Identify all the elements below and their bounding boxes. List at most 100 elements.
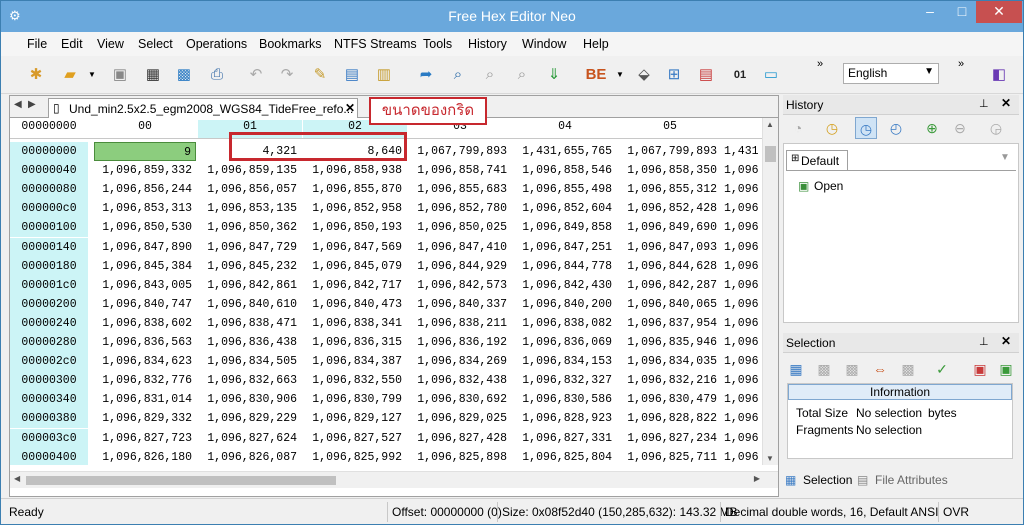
hex-cell[interactable]: 1,096,842,573: [409, 276, 511, 295]
hex-cell[interactable]: 1,096,845,384: [94, 257, 196, 276]
history-add-icon[interactable]: ⊕: [921, 117, 943, 139]
history-clock-icon[interactable]: ◷: [821, 117, 843, 139]
edit-icon[interactable]: ✎: [307, 62, 333, 88]
paste-icon[interactable]: ▤: [339, 62, 365, 88]
hex-cell[interactable]: 1,096,838,211: [409, 314, 511, 333]
hex-cell[interactable]: 1,096,832,216: [619, 371, 721, 390]
hex-cell[interactable]: 1,096,850,530: [94, 218, 196, 237]
hex-cell[interactable]: 1,096,838,471: [199, 314, 301, 333]
hex-cell[interactable]: 1,096,825,711: [619, 448, 721, 465]
vertical-scrollbar[interactable]: ▲ ▼: [762, 118, 778, 465]
close-panel-icon[interactable]: ✕: [1001, 334, 1011, 348]
h-scroll-thumb[interactable]: [26, 476, 336, 485]
hex-cell[interactable]: 1,096,858,741: [409, 161, 511, 180]
hex-cell[interactable]: 1,096: [724, 276, 762, 295]
hex-cell[interactable]: 1,096: [724, 238, 762, 257]
history-view-icon[interactable]: ◷: [855, 117, 877, 139]
hex-cell[interactable]: 1,096,827,723: [94, 429, 196, 448]
hex-cell[interactable]: 1,096,845,079: [304, 257, 406, 276]
hex-cell[interactable]: 1,096,840,610: [199, 295, 301, 314]
history-remove-icon[interactable]: ⊖: [949, 117, 971, 139]
hex-cell[interactable]: 1,096,834,505: [199, 352, 301, 371]
hex-cell[interactable]: 1,096,843,005: [94, 276, 196, 295]
fill-icon[interactable]: ⬙: [631, 62, 657, 88]
selection-expand-icon[interactable]: ⇔: [869, 358, 891, 380]
menu-window[interactable]: Window: [522, 37, 566, 51]
hex-cell[interactable]: 1,096,847,410: [409, 238, 511, 257]
selection-invert-icon[interactable]: ▩: [841, 358, 863, 380]
hex-cell[interactable]: 1,096,849,690: [619, 218, 721, 237]
hex-cell[interactable]: 1,096,844,778: [514, 257, 616, 276]
hex-cell[interactable]: 1,096,852,780: [409, 199, 511, 218]
language-select[interactable]: English ▼: [843, 63, 939, 84]
hex-cell[interactable]: 1,096,826,180: [94, 448, 196, 465]
hex-cell[interactable]: 1,096,830,906: [199, 390, 301, 409]
hex-cell[interactable]: 1,096,845,232: [199, 257, 301, 276]
download-icon[interactable]: ⇓: [541, 62, 567, 88]
hex-cell[interactable]: 1,096,830,799: [304, 390, 406, 409]
save-as-icon[interactable]: ▦: [140, 62, 166, 88]
tab-file-attributes[interactable]: File Attributes: [875, 470, 948, 490]
history-dropdown-icon[interactable]: ▼: [1000, 152, 1010, 163]
hex-cell[interactable]: 1,096,825,992: [304, 448, 406, 465]
hex-cell[interactable]: 1,096: [724, 352, 762, 371]
hex-cell[interactable]: 1,096: [724, 371, 762, 390]
hex-cell[interactable]: 1,096,835,946: [619, 333, 721, 352]
hex-cell[interactable]: 1,096: [724, 295, 762, 314]
hex-cell[interactable]: 1,096,829,229: [199, 409, 301, 428]
compare-icon[interactable]: ▤: [693, 62, 719, 88]
hex-cell[interactable]: 1,096,858,546: [514, 161, 616, 180]
menu-history[interactable]: History: [468, 37, 507, 51]
pin-icon[interactable]: ⊥: [979, 335, 989, 348]
selected-cell[interactable]: 9: [94, 142, 196, 161]
hex-cell[interactable]: 1,096,852,958: [304, 199, 406, 218]
hex-cell[interactable]: 1,096,847,569: [304, 238, 406, 257]
redo-icon[interactable]: ↷: [274, 62, 300, 88]
close-button[interactable]: ✕: [976, 1, 1022, 23]
structure-icon[interactable]: ⊞: [661, 62, 687, 88]
menu-help[interactable]: Help: [583, 37, 609, 51]
hex-cell[interactable]: 1,096,834,153: [514, 352, 616, 371]
hex-cell[interactable]: 1,096,858,350: [619, 161, 721, 180]
hex-cell[interactable]: 1,096,859,332: [94, 161, 196, 180]
hex-cell[interactable]: 1,067,799,893: [619, 142, 721, 161]
hex-cell[interactable]: 1,096: [724, 218, 762, 237]
hex-cell[interactable]: 1,096,838,341: [304, 314, 406, 333]
hex-cell[interactable]: 1,096,850,362: [199, 218, 301, 237]
menu-view[interactable]: View: [97, 37, 124, 51]
selection-clear-icon[interactable]: ▩: [813, 358, 835, 380]
menu-ntfs-streams[interactable]: NTFS Streams: [334, 37, 417, 51]
menu-edit[interactable]: Edit: [61, 37, 83, 51]
hex-cell[interactable]: 1,096,827,331: [514, 429, 616, 448]
hex-cell[interactable]: 1,096: [724, 314, 762, 333]
new-file-icon[interactable]: ✱: [23, 62, 49, 88]
hex-cell[interactable]: 1,096,834,035: [619, 352, 721, 371]
hex-cell[interactable]: 1,096,847,093: [619, 238, 721, 257]
hex-cell[interactable]: 1,096: [724, 429, 762, 448]
save-icon[interactable]: ▣: [107, 62, 133, 88]
clipboard-icon[interactable]: ▥: [371, 62, 397, 88]
hex-cell[interactable]: 1,096,855,683: [409, 180, 511, 199]
hex-cell[interactable]: 1,096,850,025: [409, 218, 511, 237]
hex-cell[interactable]: 1,096: [724, 333, 762, 352]
monitor-icon[interactable]: ▭: [758, 62, 784, 88]
hex-cell[interactable]: 1,096,844,929: [409, 257, 511, 276]
history-branch-icon[interactable]: ◴: [885, 117, 907, 139]
menu-select[interactable]: Select: [138, 37, 173, 51]
hex-cell[interactable]: 1,096,840,747: [94, 295, 196, 314]
save-all-icon[interactable]: ▩: [171, 62, 197, 88]
hex-cell[interactable]: 1,096,856,057: [199, 180, 301, 199]
hex-cell[interactable]: 1,096,836,069: [514, 333, 616, 352]
find-previous-icon[interactable]: ⌕: [509, 62, 535, 88]
hex-cell[interactable]: 1,096,858,938: [304, 161, 406, 180]
hex-cell[interactable]: 1,096,855,498: [514, 180, 616, 199]
history-tab-default[interactable]: ⊞ Default: [786, 150, 848, 170]
hex-cell[interactable]: 1,096,836,192: [409, 333, 511, 352]
hex-cell[interactable]: 1,096: [724, 390, 762, 409]
tab-selection[interactable]: Selection: [803, 470, 852, 490]
hex-cell[interactable]: 1,431: [724, 142, 762, 161]
hex-cell[interactable]: 1,096,831,014: [94, 390, 196, 409]
hex-cell[interactable]: 1,096,842,861: [199, 276, 301, 295]
hex-cell[interactable]: 1,096,849,858: [514, 218, 616, 237]
pin-icon[interactable]: ⊥: [979, 97, 989, 110]
